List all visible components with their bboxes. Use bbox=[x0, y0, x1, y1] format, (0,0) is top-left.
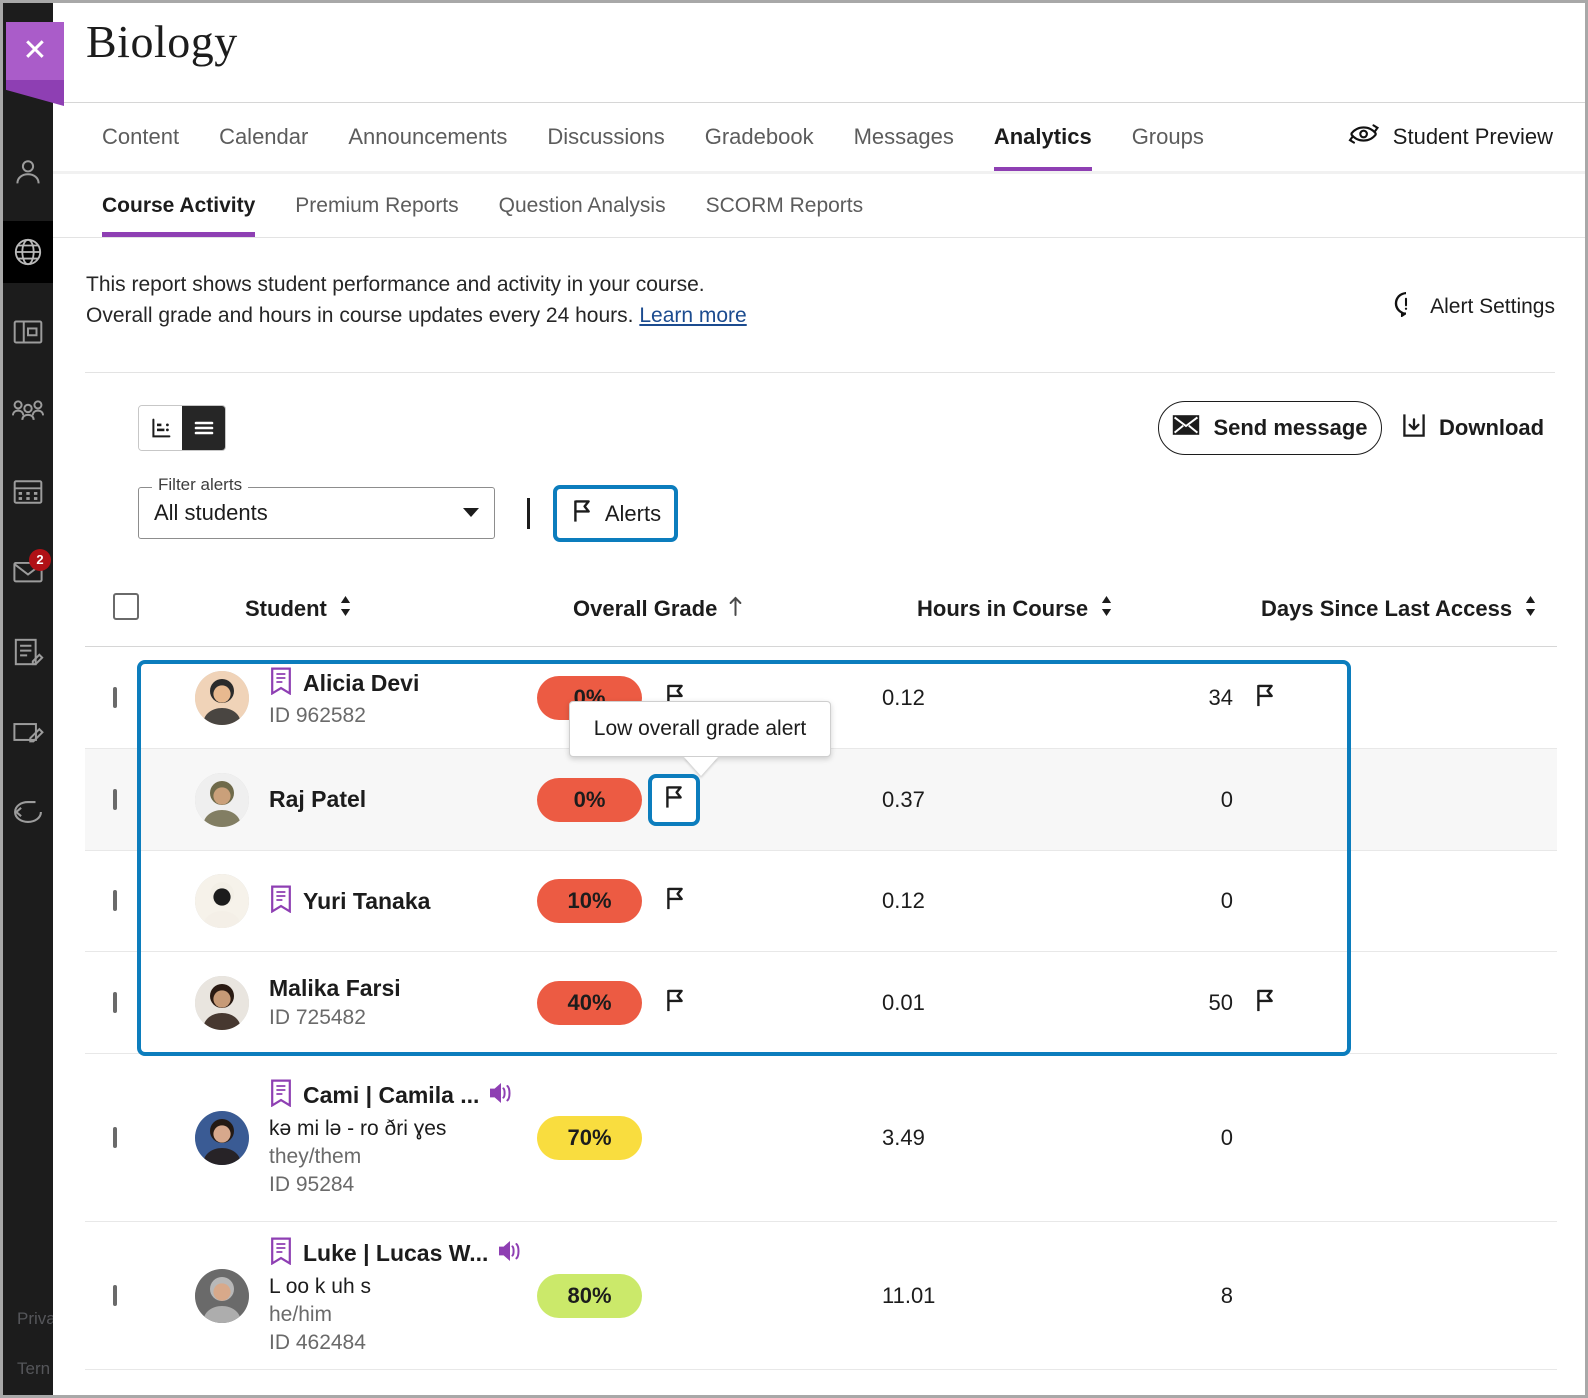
close-icon: ✕ bbox=[22, 36, 47, 66]
alert-tooltip: Low overall grade alert bbox=[569, 701, 831, 757]
close-panel-button[interactable]: ✕ bbox=[6, 22, 64, 80]
app-window: 2 Priva Tern ✕ Biology bbox=[0, 0, 1588, 1398]
window-border bbox=[0, 0, 1588, 1398]
alert-tooltip-text: Low overall grade alert bbox=[594, 717, 806, 741]
